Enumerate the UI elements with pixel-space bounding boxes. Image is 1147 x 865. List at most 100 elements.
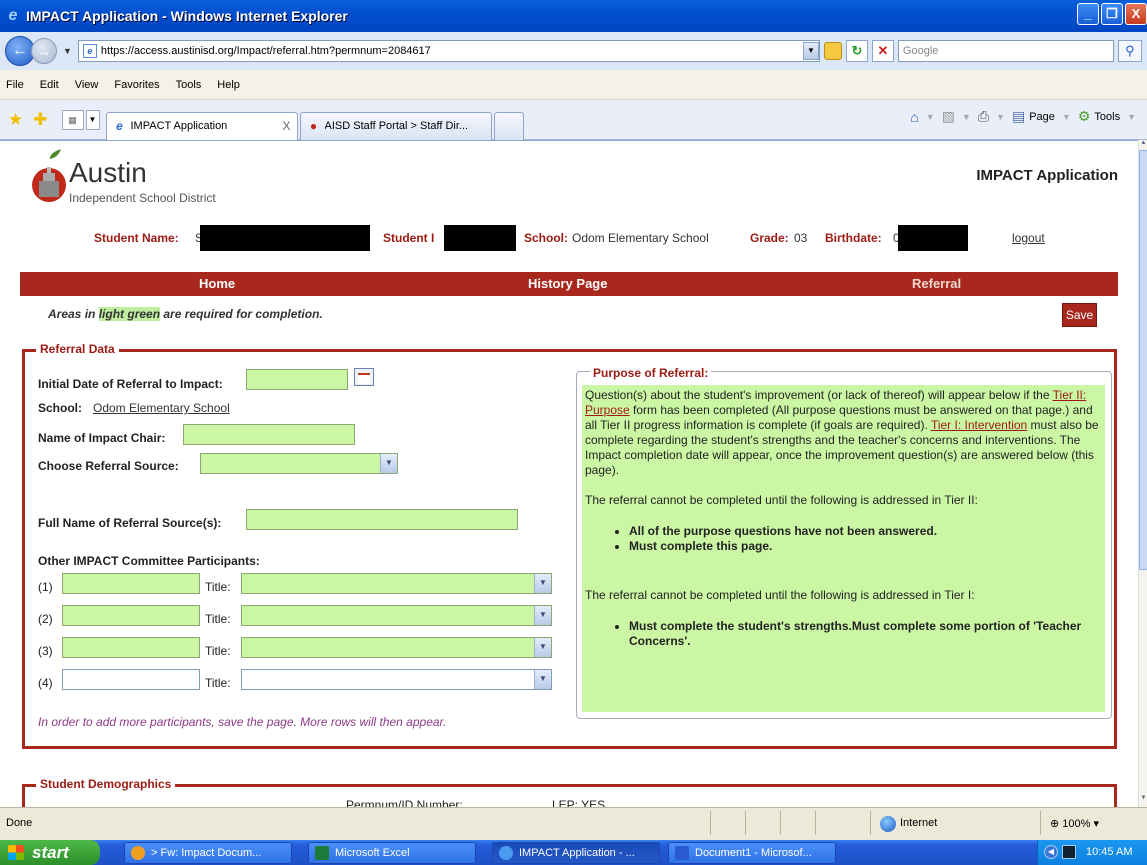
page-menu-icon: ▤ (1011, 108, 1026, 124)
nav-referral[interactable]: Referral (912, 276, 961, 291)
app-title: IMPACT Application (976, 167, 1118, 184)
calendar-icon[interactable] (354, 368, 374, 386)
taskbar-item-word[interactable]: Document1 - Microsof... (668, 842, 836, 864)
feeds-icon[interactable]: ▧ (942, 108, 955, 125)
ie-tab-icon: e (116, 119, 123, 133)
taskbar-item-excel[interactable]: Microsoft Excel (308, 842, 476, 864)
initial-date-field[interactable] (246, 369, 348, 390)
excel-icon (315, 846, 329, 860)
taskbar-item-label: Document1 - Microsof... (695, 847, 812, 859)
status-divider (780, 811, 781, 835)
required-note: Areas in light green are required for co… (48, 307, 323, 321)
tab-aisd-staff-portal[interactable]: ● AISD Staff Portal > Staff Dir... (299, 111, 492, 140)
menu-favorites[interactable]: Favorites (114, 79, 159, 91)
system-tray: ◀ 10:45 AM (1037, 840, 1147, 865)
back-arrow-icon[interactable]: ◀ (1044, 845, 1058, 859)
title-label: Title: (205, 580, 231, 594)
participant-title-select[interactable]: ▼ (241, 605, 552, 626)
menu-tools[interactable]: Tools (176, 79, 202, 91)
quick-tabs-icon[interactable]: ▦ (61, 109, 84, 130)
email-icon (131, 846, 145, 860)
nav-history-page[interactable]: History Page (528, 276, 607, 291)
menu-file[interactable]: File (6, 79, 24, 91)
url-dropdown-icon[interactable]: ▼ (802, 42, 819, 60)
minimize-button[interactable]: _ (1077, 3, 1099, 25)
page-menu[interactable]: Page (1029, 111, 1055, 123)
lock-icon[interactable] (823, 42, 842, 60)
logout-link[interactable]: logout (1012, 231, 1045, 245)
participant-name-field[interactable] (62, 669, 200, 690)
dropdown-icon[interactable]: ▼ (1062, 112, 1071, 122)
redacted-block (444, 225, 516, 251)
chevron-down-icon: ▼ (534, 670, 551, 689)
print-icon[interactable]: ⎙ (978, 108, 989, 125)
address-bar: ← → ▼ e https://access.austinisd.org/Imp… (0, 32, 1147, 70)
favorites-star-icon[interactable]: ★ (8, 110, 23, 130)
scrollbar-thumb[interactable] (1139, 150, 1147, 570)
logo-title: Austin (69, 157, 147, 188)
participant-name-field[interactable] (62, 637, 200, 658)
forward-button[interactable]: → (31, 38, 57, 64)
dropdown-icon[interactable]: ▼ (926, 112, 935, 122)
vertical-scrollbar[interactable]: ▲ ▼ (1138, 140, 1147, 807)
required-note-highlight: light green (98, 307, 161, 321)
redacted-block (898, 225, 968, 251)
restore-button[interactable]: ❐ (1101, 3, 1123, 25)
referral-legend: Referral Data (36, 342, 119, 356)
required-note-suffix: are required for completion. (160, 307, 323, 321)
ie-icon (499, 846, 513, 860)
menu-edit[interactable]: Edit (40, 79, 59, 91)
search-icon[interactable]: ⚲ (1117, 40, 1142, 62)
participant-title-select[interactable]: ▼ (241, 637, 552, 658)
search-input[interactable]: Google (897, 40, 1114, 62)
referral-source-select[interactable]: ▼ (200, 453, 398, 474)
window-controls: _ ❐ X (1077, 3, 1147, 25)
start-button[interactable]: start (0, 840, 100, 865)
page-viewport: Austin Independent School District IMPAC… (0, 140, 1138, 807)
home-icon[interactable]: ⌂ (910, 109, 918, 125)
menu-bar: File Edit View Favorites Tools Help (0, 70, 1147, 100)
new-tab-button[interactable] (493, 111, 524, 140)
word-icon (675, 846, 689, 860)
tier1-intervention-link[interactable]: Tier I: Intervention (931, 418, 1027, 432)
dropdown-icon[interactable]: ▼ (1127, 112, 1136, 122)
impact-chair-field[interactable] (183, 424, 355, 445)
tab-impact-application[interactable]: e IMPACT Application X (105, 111, 298, 140)
participant-title-select[interactable]: ▼ (241, 573, 552, 594)
dropdown-icon[interactable]: ▼ (962, 112, 971, 122)
add-favorite-icon[interactable]: ✚ (33, 110, 47, 130)
required-note-prefix: Areas in (48, 307, 99, 321)
taskbar: start > Fw: Impact Docum... Microsoft Ex… (0, 840, 1147, 865)
taskbar-item-ie[interactable]: IMPACT Application - ... (492, 842, 660, 864)
save-button[interactable]: Save (1062, 303, 1097, 327)
menu-view[interactable]: View (75, 79, 99, 91)
tab-close-icon[interactable]: X (282, 119, 290, 133)
status-bar: Done Internet ⊕ 100% ▾ (0, 807, 1147, 840)
scroll-up-icon[interactable]: ▲ (1139, 140, 1147, 150)
close-button[interactable]: X (1125, 3, 1147, 25)
stop-button[interactable]: ✕ (871, 40, 894, 62)
participant-name-field[interactable] (62, 573, 200, 594)
participant-row-number: (2) (38, 612, 53, 626)
refresh-button[interactable]: ↻ (845, 40, 868, 62)
scroll-down-icon[interactable]: ▼ (1139, 795, 1147, 805)
status-divider (710, 811, 711, 835)
participant-title-select[interactable]: ▼ (241, 669, 552, 690)
history-dropdown-icon[interactable]: ▼ (63, 46, 72, 56)
nav-home[interactable]: Home (199, 276, 235, 291)
demographics-legend: Student Demographics (36, 777, 176, 791)
network-icon[interactable] (1062, 845, 1076, 859)
taskbar-item-email[interactable]: > Fw: Impact Docum... (124, 842, 292, 864)
participant-name-field[interactable] (62, 605, 200, 626)
tools-menu[interactable]: Tools (1094, 111, 1120, 123)
menu-help[interactable]: Help (217, 79, 240, 91)
url-field[interactable]: e https://access.austinisd.org/Impact/re… (77, 40, 820, 62)
tab-list-dropdown-icon[interactable]: ▼ (85, 109, 100, 130)
taskbar-item-label: Microsoft Excel (335, 847, 410, 859)
full-name-source-field[interactable] (246, 509, 518, 530)
school-link[interactable]: Odom Elementary School (93, 401, 230, 415)
taskbar-item-label: IMPACT Application - ... (519, 847, 635, 859)
url-text: https://access.austinisd.org/Impact/refe… (100, 45, 431, 57)
zoom-level[interactable]: ⊕ 100% ▾ (1050, 817, 1099, 830)
dropdown-icon[interactable]: ▼ (996, 112, 1005, 122)
